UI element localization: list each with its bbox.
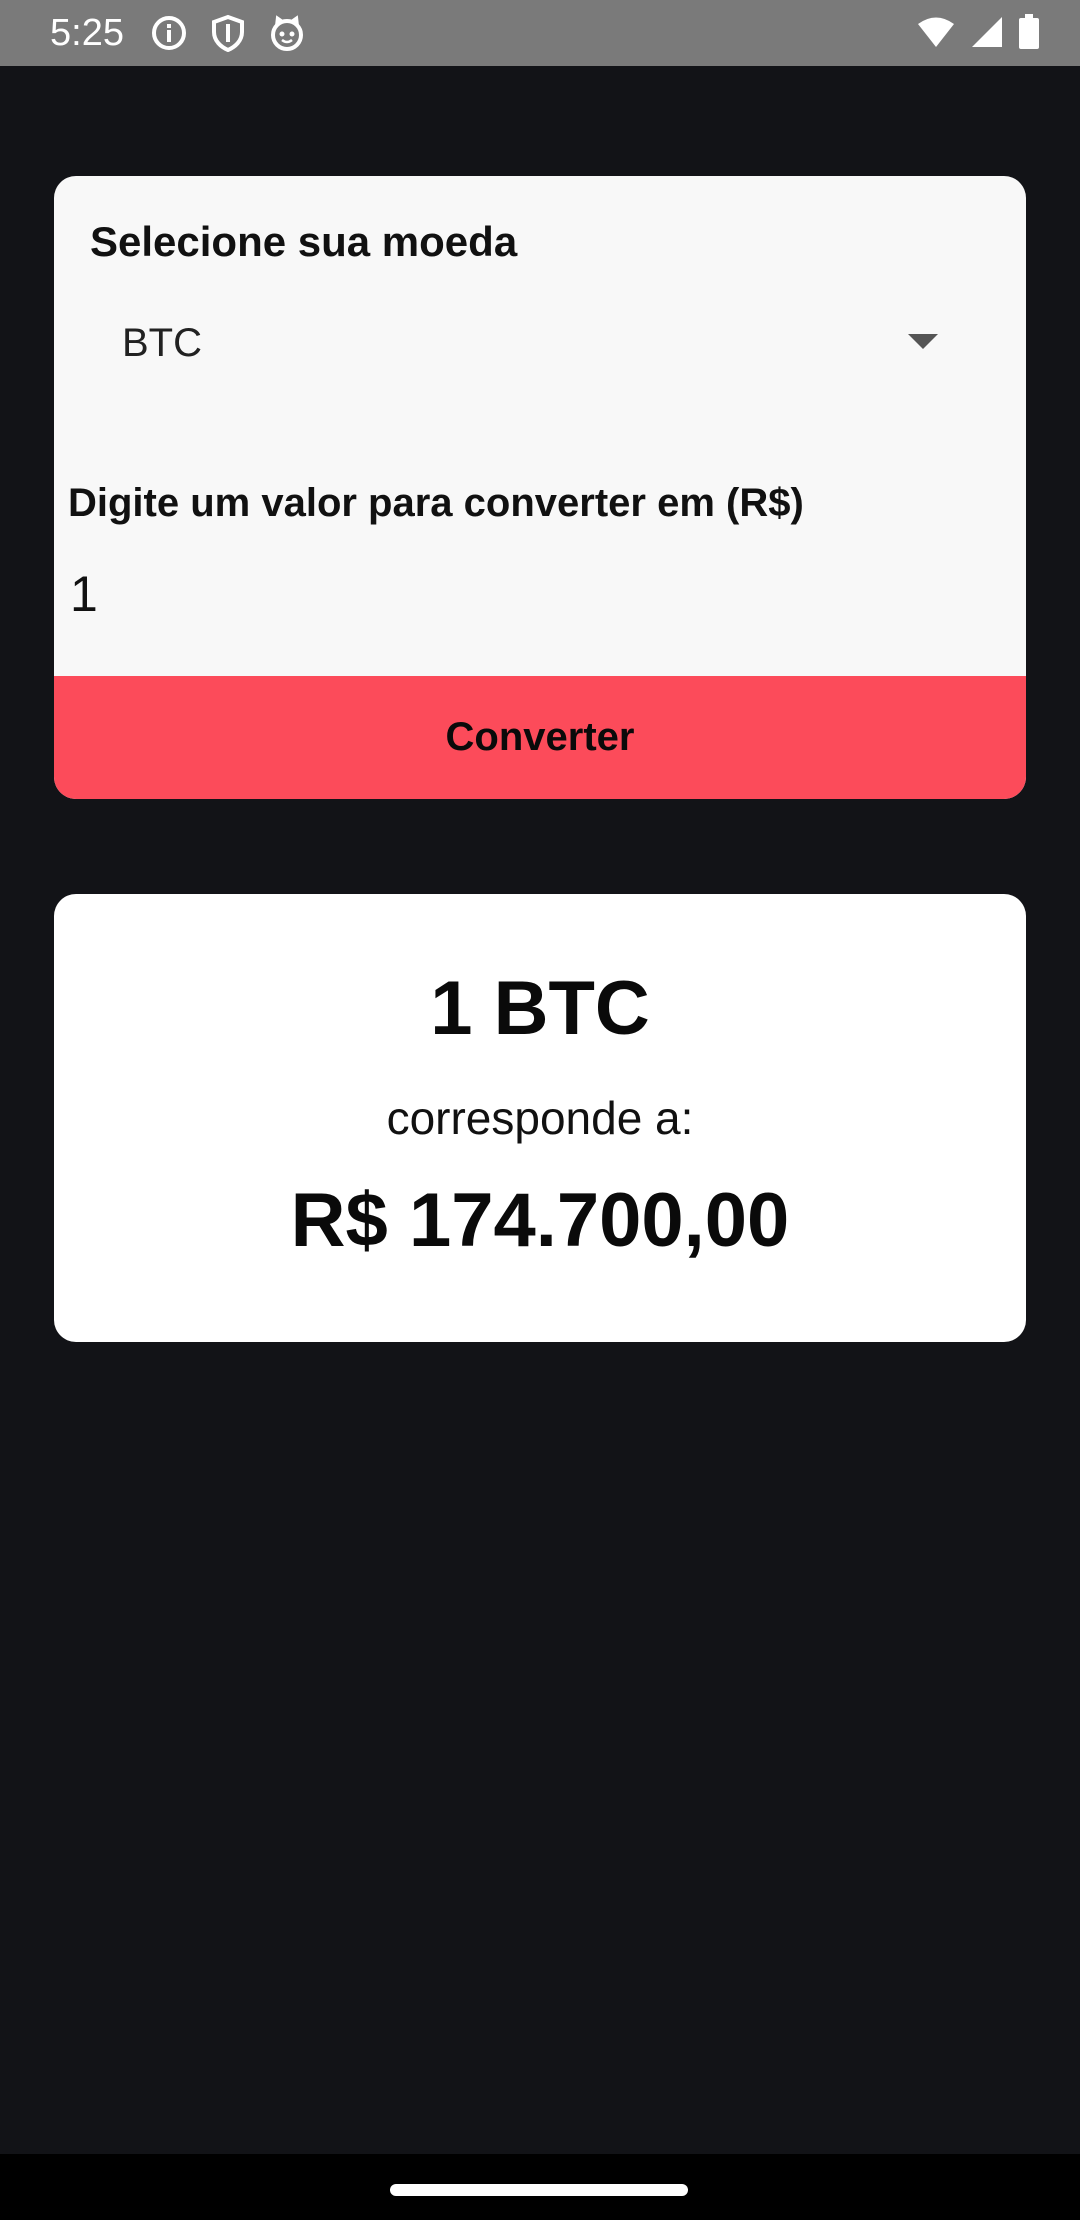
shield-icon	[210, 14, 246, 52]
result-connector-text: corresponde a:	[386, 1092, 694, 1144]
wifi-icon	[916, 15, 956, 49]
home-indicator[interactable]	[390, 2184, 688, 2196]
selected-currency: BTC	[122, 321, 202, 365]
currency-select-label: Selecione sua moeda	[90, 218, 518, 265]
amount-input[interactable]	[70, 554, 970, 634]
result-card: 1 BTC corresponde a: R$ 174.700,00	[54, 894, 1026, 1342]
cat-face-icon	[268, 14, 306, 52]
cellular-signal-icon	[970, 15, 1004, 49]
status-bar: 5:25	[0, 0, 1080, 66]
status-time: 5:25	[50, 12, 124, 54]
status-left-icons	[150, 14, 306, 52]
amount-input-label: Digite um valor para converter em (R$)	[68, 481, 804, 525]
result-converted-value: R$ 174.700,00	[290, 1178, 790, 1263]
battery-icon	[1018, 14, 1040, 50]
convert-button-label: Converter	[445, 715, 635, 759]
currency-select[interactable]: BTC	[90, 296, 990, 396]
convert-button[interactable]: Converter	[54, 676, 1026, 799]
dropdown-arrow-icon	[908, 334, 938, 355]
navigation-bar	[0, 2154, 1080, 2220]
result-amount: 1 BTC	[430, 966, 650, 1051]
info-icon	[150, 14, 188, 52]
status-right-icons	[916, 14, 1040, 50]
converter-card: Selecione sua moeda BTC Digite um valor …	[54, 176, 1026, 799]
